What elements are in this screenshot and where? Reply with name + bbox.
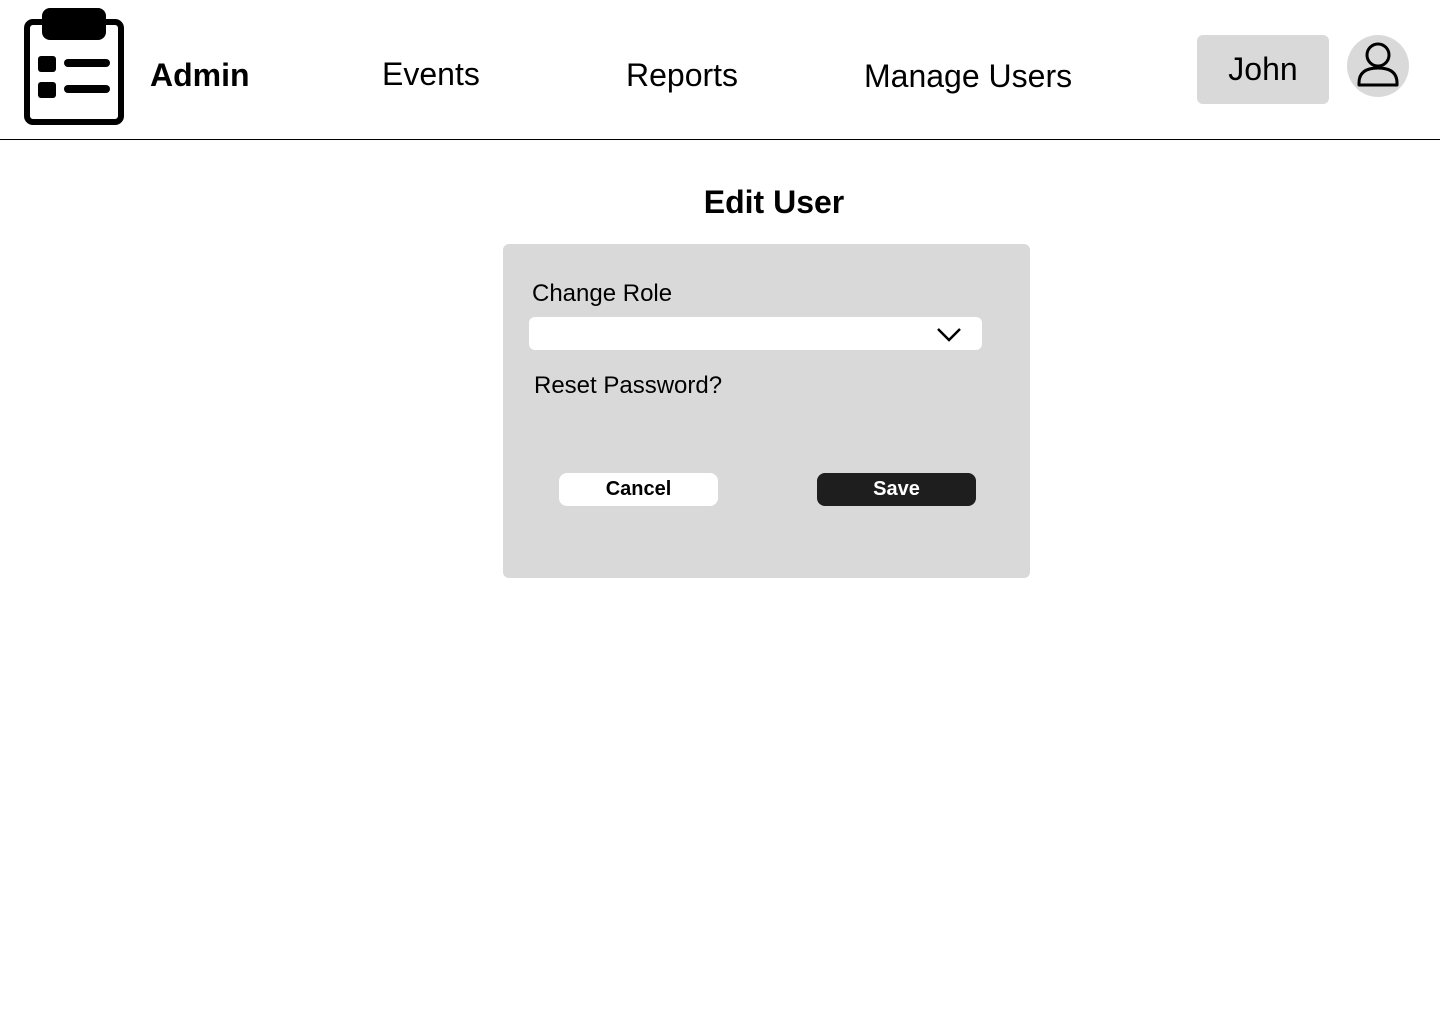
role-select[interactable] [529, 317, 982, 350]
save-button[interactable]: Save [817, 473, 976, 506]
user-name-button[interactable]: John [1197, 35, 1329, 104]
nav-manage-users[interactable]: Manage Users [864, 56, 1072, 96]
edit-user-form: Change Role Reset Password? Cancel Save [503, 244, 1030, 578]
top-nav-bar: Admin Events Reports Manage Users John [0, 0, 1440, 140]
cancel-button[interactable]: Cancel [559, 473, 718, 506]
nav-reports[interactable]: Reports [626, 55, 738, 95]
avatar[interactable] [1347, 35, 1409, 97]
chevron-down-icon [937, 328, 961, 342]
brand-title: Admin [150, 57, 250, 93]
user-icon [1357, 42, 1399, 87]
nav-events[interactable]: Events [382, 54, 480, 94]
page-title: Edit User [703, 184, 845, 220]
change-role-label: Change Role [532, 280, 673, 307]
reset-password-link[interactable]: Reset Password? [534, 372, 722, 400]
clipboard-list-icon [24, 8, 124, 125]
